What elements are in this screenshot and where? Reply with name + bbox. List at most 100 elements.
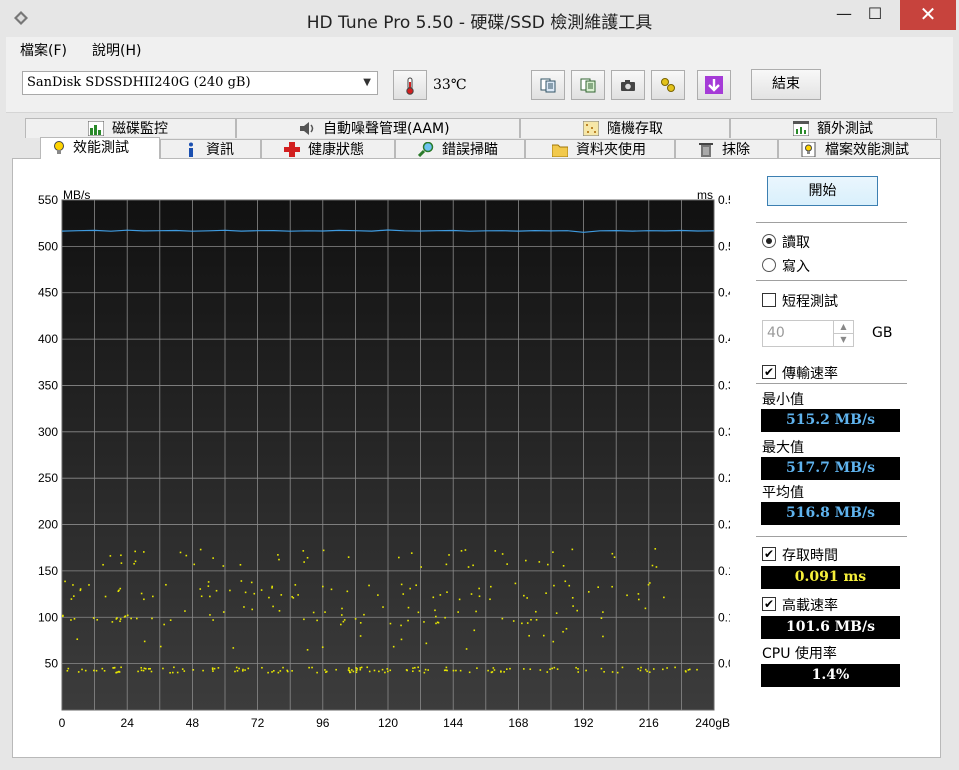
access-time-point [244,669,246,671]
access-time-point [514,582,517,585]
access-time-checkbox[interactable]: ✔ [762,547,776,561]
access-time-point [250,581,253,584]
y-tick-label: 400 [38,332,58,346]
access-time-point [465,648,468,650]
short-test-checkbox[interactable] [762,293,776,307]
read-radio[interactable] [762,234,776,248]
access-time-point [103,670,106,672]
access-time-point [113,666,116,669]
access-time-point [209,595,211,598]
copy-image-button[interactable] [571,70,605,100]
tab-random-access[interactable]: 隨機存取 [520,118,730,138]
access-time-point [282,666,284,669]
access-time-point [199,588,202,590]
access-time-point [621,666,624,669]
access-time-point [207,585,210,587]
save-button[interactable] [697,70,731,100]
access-time-point [501,553,504,555]
short-test-size-stepper[interactable]: 40 ▲ ▼ [762,320,854,347]
access-time-point [407,619,409,622]
access-time-point [412,670,414,673]
close-button[interactable]: ✕ [900,0,956,30]
tab-label: 健康狀態 [308,142,364,158]
stepper-down-icon[interactable]: ▼ [833,334,853,347]
access-time-point [407,606,410,609]
drive-select-value: SanDisk SDSSDHII240G (240 gB) [27,75,251,90]
access-time-point [120,562,123,564]
x-tick-label: 96 [316,716,330,730]
y-tick-label: 350 [38,378,58,392]
access-time-point [500,670,502,673]
separator [756,280,907,281]
access-time-point [384,671,386,674]
y-tick-label: 100 [38,610,58,624]
access-time-point [545,592,547,595]
tab-label: 資料夾使用 [576,142,646,158]
access-time-point [222,565,225,567]
access-time-point [639,669,642,672]
access-time-point [571,596,574,599]
menu-file[interactable]: 檔案(F) [20,40,67,60]
access-time-point [209,614,211,616]
access-time-point [366,666,369,669]
lightbulb-icon [54,141,64,154]
access-time-point [568,584,571,587]
tab-info[interactable]: 資訊 [160,139,261,159]
tab-health[interactable]: 健康狀態 [261,139,395,159]
copy-text-button[interactable] [531,70,565,100]
tab-folder-usage[interactable]: 資料夾使用 [525,139,675,159]
temperature-button[interactable] [393,70,427,100]
access-time-point [244,591,247,594]
access-time-point [355,671,358,674]
transfer-rate-checkbox[interactable]: ✔ [762,365,776,379]
tab-erase[interactable]: 抹除 [675,139,778,159]
tab-file-benchmark[interactable]: 檔案效能測試 [778,139,941,159]
access-time-point [445,563,448,566]
access-time-point [503,671,505,673]
tab-aam[interactable]: 自動噪聲管理(AAM) [236,118,520,138]
access-time-point [134,560,137,563]
access-time-point [229,589,231,592]
tab-benchmark[interactable]: 效能測試 [40,137,160,159]
tab-extra-tests[interactable]: 額外測試 [730,118,937,138]
access-time-point [84,669,87,672]
bar-chart-icon [88,121,104,136]
screenshot-button[interactable] [611,70,645,100]
tab-label: 效能測試 [73,140,129,156]
access-time-point [143,551,145,553]
access-time-point [359,667,362,669]
exit-button[interactable]: 結束 [751,69,821,100]
transfer-rate-label: 傳輸速率 [782,366,838,382]
access-time-point [151,617,153,620]
access-time-point [277,671,280,674]
access-time-point [143,640,146,643]
access-time-point [267,671,269,674]
access-time-point [159,645,162,648]
access-time-point [490,585,492,588]
access-time-point [316,671,318,674]
maximize-button[interactable]: ☐ [852,0,898,30]
access-time-point [165,583,167,586]
write-radio[interactable] [762,258,776,272]
burst-rate-checkbox[interactable]: ✔ [762,597,776,611]
start-button[interactable]: 開始 [767,176,878,206]
menu-help[interactable]: 說明(H) [92,40,141,60]
access-time-point [553,666,556,669]
x-tick-label: 24 [121,716,135,730]
access-time-point [555,612,558,614]
drive-select[interactable]: SanDisk SDSSDHII240G (240 gB) ▼ [22,71,378,95]
access-time-point [368,670,371,673]
access-time-point [464,549,467,551]
options-button[interactable] [651,70,685,100]
tab-error-scan[interactable]: 錯誤掃瞄 [395,139,525,159]
stepper-up-icon[interactable]: ▲ [833,321,853,334]
access-time-point [646,670,648,673]
tab-disk-monitor[interactable]: 磁碟監控 [25,118,236,138]
access-time-point [564,580,567,583]
y-tick-label: 550 [38,193,58,207]
y-tick-label: 300 [38,425,58,439]
access-time-point [637,593,640,595]
access-time-point [119,587,122,590]
access-time-point [663,596,665,599]
access-time-point [271,585,273,588]
